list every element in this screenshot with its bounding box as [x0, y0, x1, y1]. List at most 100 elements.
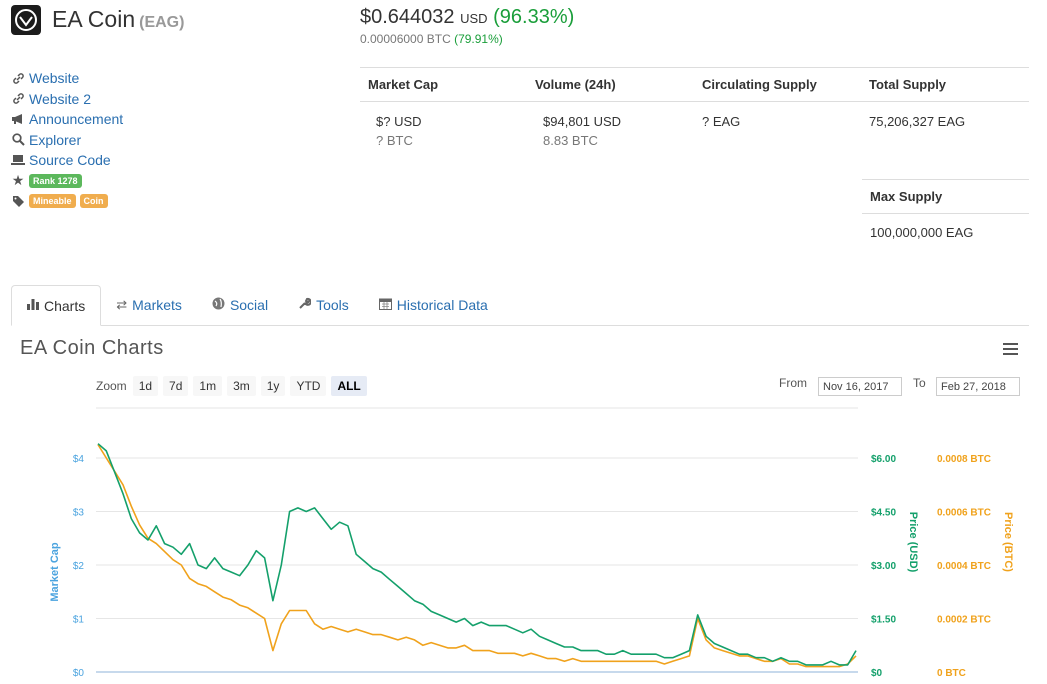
link-website-2[interactable]: Website 2	[11, 89, 123, 110]
tick-label-price-usd: $3.00	[871, 561, 896, 572]
link-website[interactable]: Website	[11, 68, 123, 89]
tag-mineable[interactable]: Mineable	[29, 194, 76, 209]
tab-tools-label: Tools	[316, 297, 349, 313]
market-cap-usd: $? USD	[376, 114, 422, 129]
header-volume: Volume (24h)	[535, 77, 616, 92]
link-announcement[interactable]: Announcement	[11, 109, 123, 130]
to-date-input[interactable]: Feb 27, 2018	[936, 377, 1020, 396]
market-cap-cell: $? USD ? BTC	[360, 112, 527, 150]
volume-cell: $94,801 USD 8.83 BTC	[527, 112, 694, 150]
link-explorer[interactable]: Explorer	[11, 130, 123, 151]
search-icon	[11, 133, 25, 147]
market-cap-btc: ? BTC	[376, 133, 413, 148]
zoom-1d-button[interactable]: 1d	[132, 376, 159, 396]
zoom-3m-button[interactable]: 3m	[227, 376, 256, 396]
link-icon	[11, 71, 25, 85]
coin-links: Website Website 2 Announcement Explorer …	[11, 68, 123, 212]
calendar-icon	[378, 297, 392, 313]
chart-tick-labels: $0 $0 0 BTC $1 $1.50 0.0002 BTC $2 $3.00 0.0004 …	[73, 454, 991, 679]
tab-bar: Charts ⇄ Markets Social Tools Historical…	[11, 285, 1029, 326]
website-link[interactable]: Website	[29, 70, 79, 86]
volume-usd: $94,801 USD	[543, 114, 622, 129]
coin-symbol: (EAG)	[139, 14, 185, 31]
to-label: To	[913, 376, 926, 390]
price-btc-change: (79.91%)	[454, 32, 503, 46]
announcement-link[interactable]: Announcement	[29, 111, 123, 127]
tab-tools[interactable]: Tools	[283, 285, 364, 325]
charts-title: EA Coin Charts	[20, 337, 164, 359]
zoom-label: Zoom	[96, 379, 127, 393]
tab-social[interactable]: Social	[197, 285, 283, 325]
coin-name: EA Coin	[52, 6, 136, 32]
coin-title: EA Coin (EAG)	[52, 6, 184, 33]
tick-label-market-cap: $1	[73, 615, 85, 626]
chart-grid	[96, 457, 858, 673]
rank-badge: Rank 1278	[29, 173, 82, 188]
tick-label-market-cap: $3	[73, 508, 85, 519]
website-2-link[interactable]: Website 2	[29, 91, 91, 107]
axis-label-market-cap: Market Cap	[49, 542, 61, 602]
price-usd-value: $0.644032	[360, 6, 455, 28]
tab-historical-data[interactable]: Historical Data	[364, 285, 503, 325]
tag-coin[interactable]: Coin	[79, 194, 108, 209]
tick-label-price-btc: 0.0006 BTC	[937, 508, 991, 519]
price-usd: $0.644032 USD (96.33%)	[360, 6, 574, 29]
price-usd-change: (96.33%)	[493, 6, 575, 28]
price-usd-unit: USD	[460, 11, 488, 26]
tab-charts-label: Charts	[44, 297, 86, 314]
axis-label-price-btc: Price (BTC)	[1002, 512, 1014, 572]
stats-table: Market Cap Volume (24h) Circulating Supp…	[360, 67, 1029, 150]
stats-header-row: Market Cap Volume (24h) Circulating Supp…	[360, 68, 1029, 102]
max-supply-value: 100,000,000 EAG	[870, 225, 974, 240]
price-chart: $0 $0 0 BTC $1 $1.50 0.0002 BTC $2 $3.00 0.0004 …	[49, 407, 1014, 679]
explorer-link[interactable]: Explorer	[29, 132, 81, 148]
tag-icon	[11, 194, 25, 208]
coin-logo-icon	[15, 9, 37, 31]
chart-menu-icon[interactable]	[1003, 343, 1018, 357]
price-usd-line	[97, 443, 857, 666]
zoom-all-button[interactable]: ALL	[331, 376, 367, 396]
from-label: From	[779, 376, 807, 390]
tick-label-price-btc: 0.0002 BTC	[937, 615, 991, 626]
tick-label-price-usd: $0	[871, 668, 883, 679]
tab-markets-label: Markets	[132, 297, 182, 313]
zoom-1y-button[interactable]: 1y	[260, 376, 286, 396]
exchange-arrows-icon: ⇄	[116, 297, 128, 312]
max-supply-box: Max Supply 100,000,000 EAG	[862, 179, 1029, 240]
rank-row: ★ Rank 1278	[11, 171, 123, 192]
tick-label-market-cap: $4	[73, 454, 85, 465]
tick-label-market-cap: $0	[73, 668, 85, 679]
from-date-input[interactable]: Nov 16, 2017	[818, 377, 902, 396]
tick-label-price-btc: 0.0004 BTC	[937, 561, 991, 572]
bar-chart-icon	[27, 298, 39, 313]
zoom-controls: Zoom 1d 7d 1m 3m 1y YTD ALL	[96, 376, 372, 396]
volume-btc: 8.83 BTC	[543, 133, 598, 148]
price-btc-line	[97, 444, 857, 668]
tick-label-price-usd: $6.00	[871, 454, 896, 465]
zoom-7d-button[interactable]: 7d	[163, 376, 189, 396]
tick-label-price-usd: $1.50	[871, 615, 896, 626]
total-supply-value: 75,206,327 EAG	[869, 114, 966, 129]
zoom-ytd-button[interactable]: YTD	[290, 376, 327, 396]
circulating-supply-value: ? EAG	[702, 114, 741, 129]
tick-label-price-btc: 0 BTC	[937, 668, 966, 679]
tags-row: Mineable Coin	[11, 191, 123, 212]
coin-logo	[11, 5, 41, 35]
tick-label-market-cap: $2	[73, 561, 85, 572]
globe-icon	[212, 297, 225, 313]
source-code-link[interactable]: Source Code	[29, 152, 111, 168]
tab-markets[interactable]: ⇄ Markets	[101, 285, 197, 325]
wrench-icon	[298, 297, 312, 313]
tab-charts[interactable]: Charts	[11, 285, 102, 326]
header-max-supply: Max Supply	[862, 180, 1029, 214]
tab-historical-data-label: Historical Data	[396, 297, 488, 313]
chart-series	[97, 443, 857, 668]
header-market-cap: Market Cap	[368, 77, 439, 92]
price-btc-value: 0.00006000 BTC	[360, 32, 451, 46]
stats-value-row: $? USD ? BTC $94,801 USD 8.83 BTC ? EAG …	[360, 102, 1029, 150]
header-total-supply: Total Supply	[869, 77, 947, 92]
price-btc: 0.00006000 BTC (79.91%)	[360, 32, 503, 46]
link-source-code[interactable]: Source Code	[11, 150, 123, 171]
zoom-1m-button[interactable]: 1m	[193, 376, 223, 396]
header-circulating-supply: Circulating Supply	[702, 77, 817, 92]
